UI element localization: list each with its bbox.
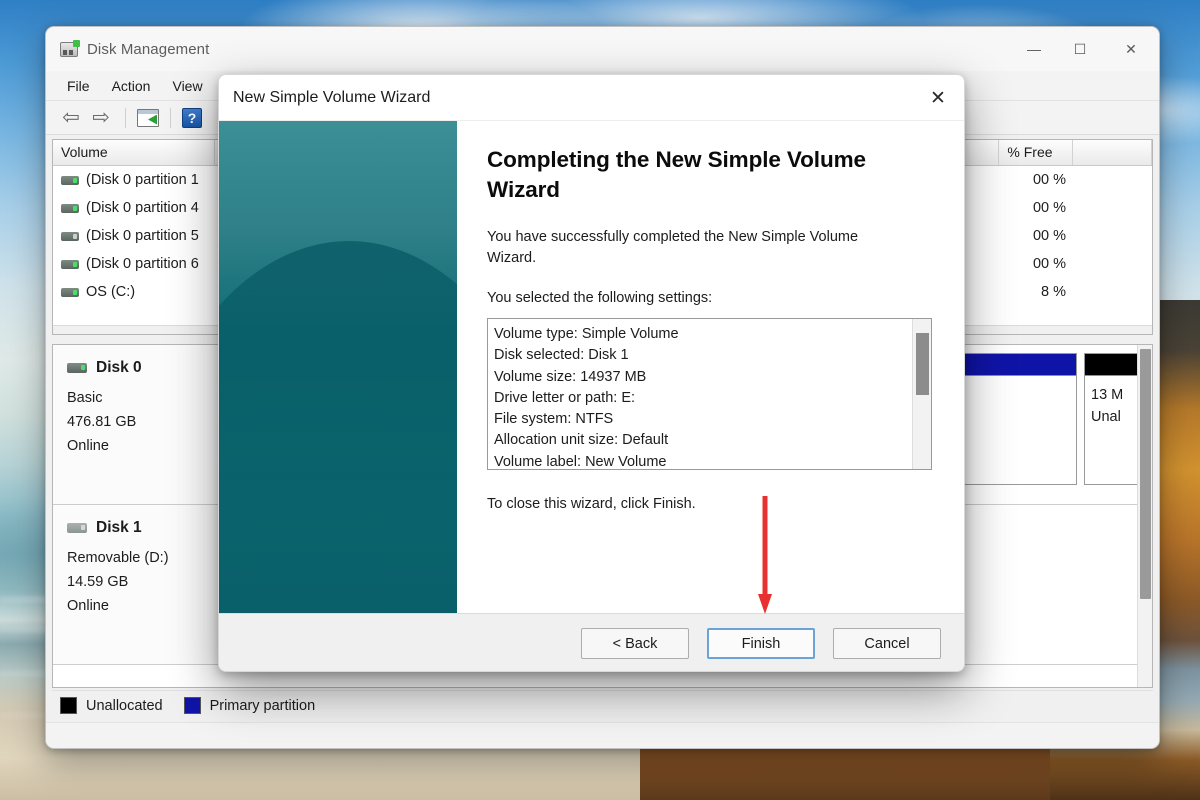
partition-status: Unal — [1091, 409, 1121, 425]
disk-size: 14.59 GB — [67, 574, 129, 590]
legend-swatch-unallocated — [60, 697, 77, 714]
page-title: Completing the New Simple Volume Wizard — [487, 147, 866, 202]
volume-icon — [61, 203, 79, 213]
close-instruction: To close this wizard, click Finish. — [487, 496, 696, 512]
disk-management-titlebar: Disk Management — ☐ ✕ — [46, 27, 1159, 71]
volume-icon — [61, 287, 79, 297]
volume-icon — [61, 231, 79, 241]
volume-percent-free: 00 % — [1032, 228, 1066, 244]
forward-icon[interactable]: ⇨ — [88, 107, 114, 129]
volume-name: (Disk 0 partition 1 — [86, 172, 199, 188]
disk-title: Disk 0 — [96, 359, 142, 376]
properties-icon[interactable] — [137, 108, 159, 127]
list-item: Volume size: 14937 MB — [494, 368, 647, 385]
status-bar — [46, 722, 1159, 748]
volume-percent-free: 00 % — [1032, 172, 1066, 188]
column-header-volume[interactable]: Volume — [53, 140, 216, 165]
column-header-free[interactable]: % Free — [999, 140, 1074, 165]
finish-button[interactable]: Finish — [707, 628, 815, 659]
volume-name: (Disk 0 partition 6 — [86, 256, 199, 272]
menu-item-file[interactable]: File — [56, 75, 101, 97]
legend-label-primary: Primary partition — [209, 697, 316, 714]
wizard-banner-image — [219, 121, 457, 613]
close-button[interactable]: ✕ — [1103, 27, 1159, 71]
back-button[interactable]: < Back — [581, 628, 689, 659]
volume-percent-free: 8 % — [1041, 284, 1066, 300]
disk-type: Removable (D:) — [67, 550, 169, 566]
partition-size: 13 M — [1091, 387, 1124, 403]
toolbar-divider — [170, 107, 171, 128]
window-controls: — ☐ ✕ — [1011, 27, 1159, 71]
legend: Unallocated Primary partition — [52, 690, 1153, 720]
vertical-scrollbar[interactable] — [1137, 345, 1152, 687]
disk-type: Basic — [67, 390, 103, 406]
volume-icon — [61, 259, 79, 269]
wizard-titlebar: New Simple Volume Wizard ✕ — [219, 75, 964, 121]
settings-intro-label: You selected the following settings: — [487, 290, 713, 306]
disk-status: Online — [67, 598, 109, 614]
column-header-trailing[interactable] — [1073, 140, 1153, 165]
list-item: Allocation unit size: Default — [494, 432, 669, 449]
settings-summary-box[interactable]: Volume type: Simple Volume Disk selected… — [487, 318, 932, 470]
wizard-footer: < Back Finish Cancel — [219, 613, 964, 671]
volume-name: (Disk 0 partition 4 — [86, 200, 199, 216]
menu-item-action[interactable]: Action — [101, 75, 162, 97]
list-item: Disk selected: Disk 1 — [494, 347, 629, 364]
disk-drive-icon — [60, 39, 80, 57]
back-icon[interactable]: ⇦ — [58, 107, 84, 129]
window-title: Disk Management — [87, 40, 210, 58]
settings-list: Volume type: Simple Volume Disk selected… — [488, 319, 931, 470]
desktop: Disk Management — ☐ ✕ File Action View H… — [0, 0, 1200, 800]
disk-title: Disk 1 — [96, 519, 142, 536]
disk-status: Online — [67, 438, 109, 454]
help-icon[interactable]: ? — [182, 107, 202, 128]
list-item: Volume type: Simple Volume — [494, 326, 679, 342]
volume-percent-free: 00 % — [1032, 256, 1066, 272]
list-item: Drive letter or path: E: — [494, 389, 636, 406]
maximize-button[interactable]: ☐ — [1057, 27, 1103, 71]
scrollbar-thumb[interactable] — [1140, 349, 1151, 599]
wizard-content: Completing the New Simple Volume Wizard … — [219, 121, 964, 613]
volume-name: (Disk 0 partition 5 — [86, 228, 199, 244]
list-item: Volume label: New Volume — [494, 453, 667, 470]
list-item: File system: NTFS — [494, 411, 614, 428]
toolbar-divider — [125, 107, 126, 128]
settings-scrollbar[interactable] — [912, 319, 931, 469]
disk-info: Disk 0 Basic 476.81 GB Online — [53, 345, 223, 504]
cancel-button[interactable]: Cancel — [833, 628, 941, 659]
minimize-button[interactable]: — — [1011, 27, 1057, 71]
volume-icon — [61, 175, 79, 185]
disk-size: 476.81 GB — [67, 414, 137, 430]
partition-bar — [1085, 354, 1145, 376]
menu-item-view[interactable]: View — [161, 75, 213, 97]
legend-label-unallocated: Unallocated — [86, 697, 163, 714]
volume-name: OS (C:) — [86, 284, 136, 300]
new-simple-volume-wizard-dialog: New Simple Volume Wizard ✕ Completing th… — [218, 74, 965, 672]
volume-percent-free: 00 % — [1032, 200, 1066, 216]
disk-info: Disk 1 Removable (D:) 14.59 GB Online — [53, 505, 223, 664]
wizard-main-pane: Completing the New Simple Volume Wizard … — [457, 121, 964, 613]
close-icon[interactable]: ✕ — [912, 75, 964, 121]
disk-icon — [67, 523, 87, 533]
scrollbar-thumb[interactable] — [916, 333, 929, 395]
legend-swatch-primary — [183, 697, 201, 714]
disk-icon — [67, 363, 87, 373]
wizard-title: New Simple Volume Wizard — [233, 88, 431, 106]
success-message: You have successfully completed the New … — [487, 229, 859, 266]
